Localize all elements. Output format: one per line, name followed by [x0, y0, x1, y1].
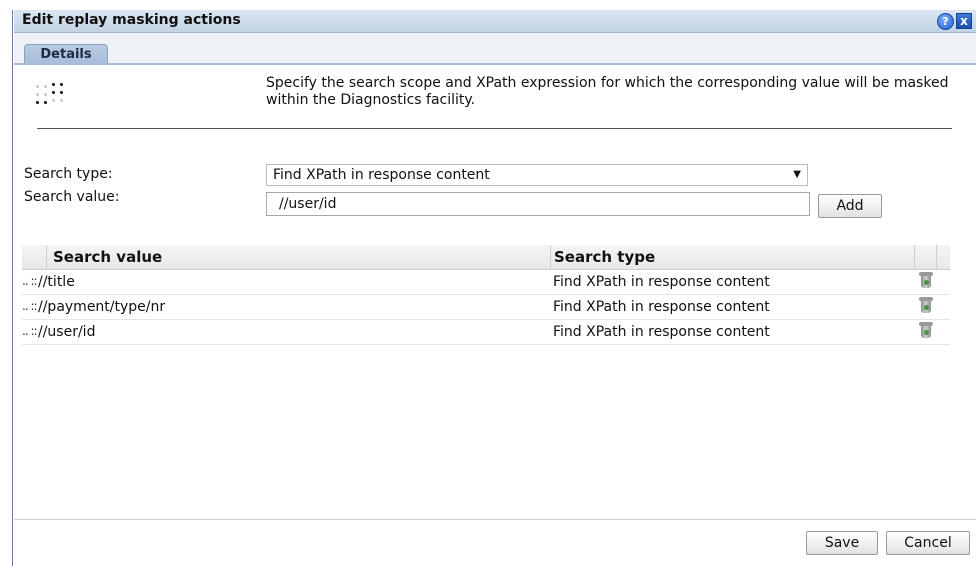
drag-handle-icon[interactable]: .. ::	[22, 324, 38, 338]
column-search-type[interactable]: Search type	[554, 248, 655, 266]
search-type-value: Find XPath in response content	[273, 167, 490, 183]
add-button[interactable]: Add	[818, 194, 882, 218]
table-row[interactable]: .. :: //title Find XPath in response con…	[22, 270, 950, 295]
delete-trash-icon[interactable]	[919, 297, 933, 314]
drag-handle-icon[interactable]: .. ::	[22, 299, 38, 313]
row-search-value: //user/id	[38, 324, 96, 340]
drag-handle-icon[interactable]: .. ::	[22, 274, 38, 288]
description-text: Specify the search scope and XPath expre…	[266, 75, 949, 108]
window-border	[12, 10, 13, 566]
tab-underline	[14, 63, 976, 65]
search-type-select[interactable]: Find XPath in response content ▼	[266, 164, 808, 186]
column-search-value[interactable]: Search value	[53, 248, 162, 266]
row-search-value: //title	[38, 274, 75, 290]
search-type-label: Search type:	[24, 166, 113, 182]
delete-trash-icon[interactable]	[919, 272, 933, 289]
row-search-type: Find XPath in response content	[553, 274, 770, 290]
window-title: Edit replay masking actions	[22, 12, 241, 28]
close-icon[interactable]: x	[956, 13, 972, 29]
help-icon[interactable]: ?	[937, 13, 954, 30]
row-search-type: Find XPath in response content	[553, 299, 770, 315]
table-row[interactable]: .. :: //user/id Find XPath in response c…	[22, 320, 950, 345]
footer-divider	[14, 519, 976, 520]
tab-details[interactable]: Details	[24, 44, 108, 65]
title-bar: Edit replay masking actions ? x	[14, 10, 976, 33]
masking-table: Search value Search type .. :: //title F…	[22, 245, 950, 345]
delete-trash-icon[interactable]	[919, 322, 933, 339]
cancel-button[interactable]: Cancel	[886, 531, 970, 555]
row-search-value: //payment/type/nr	[38, 299, 166, 315]
search-value-input[interactable]: //user/id	[266, 192, 810, 216]
masking-dots-icon	[36, 81, 76, 113]
table-row[interactable]: .. :: //payment/type/nr Find XPath in re…	[22, 295, 950, 320]
table-header: Search value Search type	[22, 245, 950, 270]
row-search-type: Find XPath in response content	[553, 324, 770, 340]
tab-strip: Details	[14, 33, 976, 65]
save-button[interactable]: Save	[806, 531, 878, 555]
dropdown-arrow-icon[interactable]: ▼	[793, 165, 801, 185]
search-value-label: Search value:	[24, 189, 120, 205]
divider	[37, 128, 952, 129]
